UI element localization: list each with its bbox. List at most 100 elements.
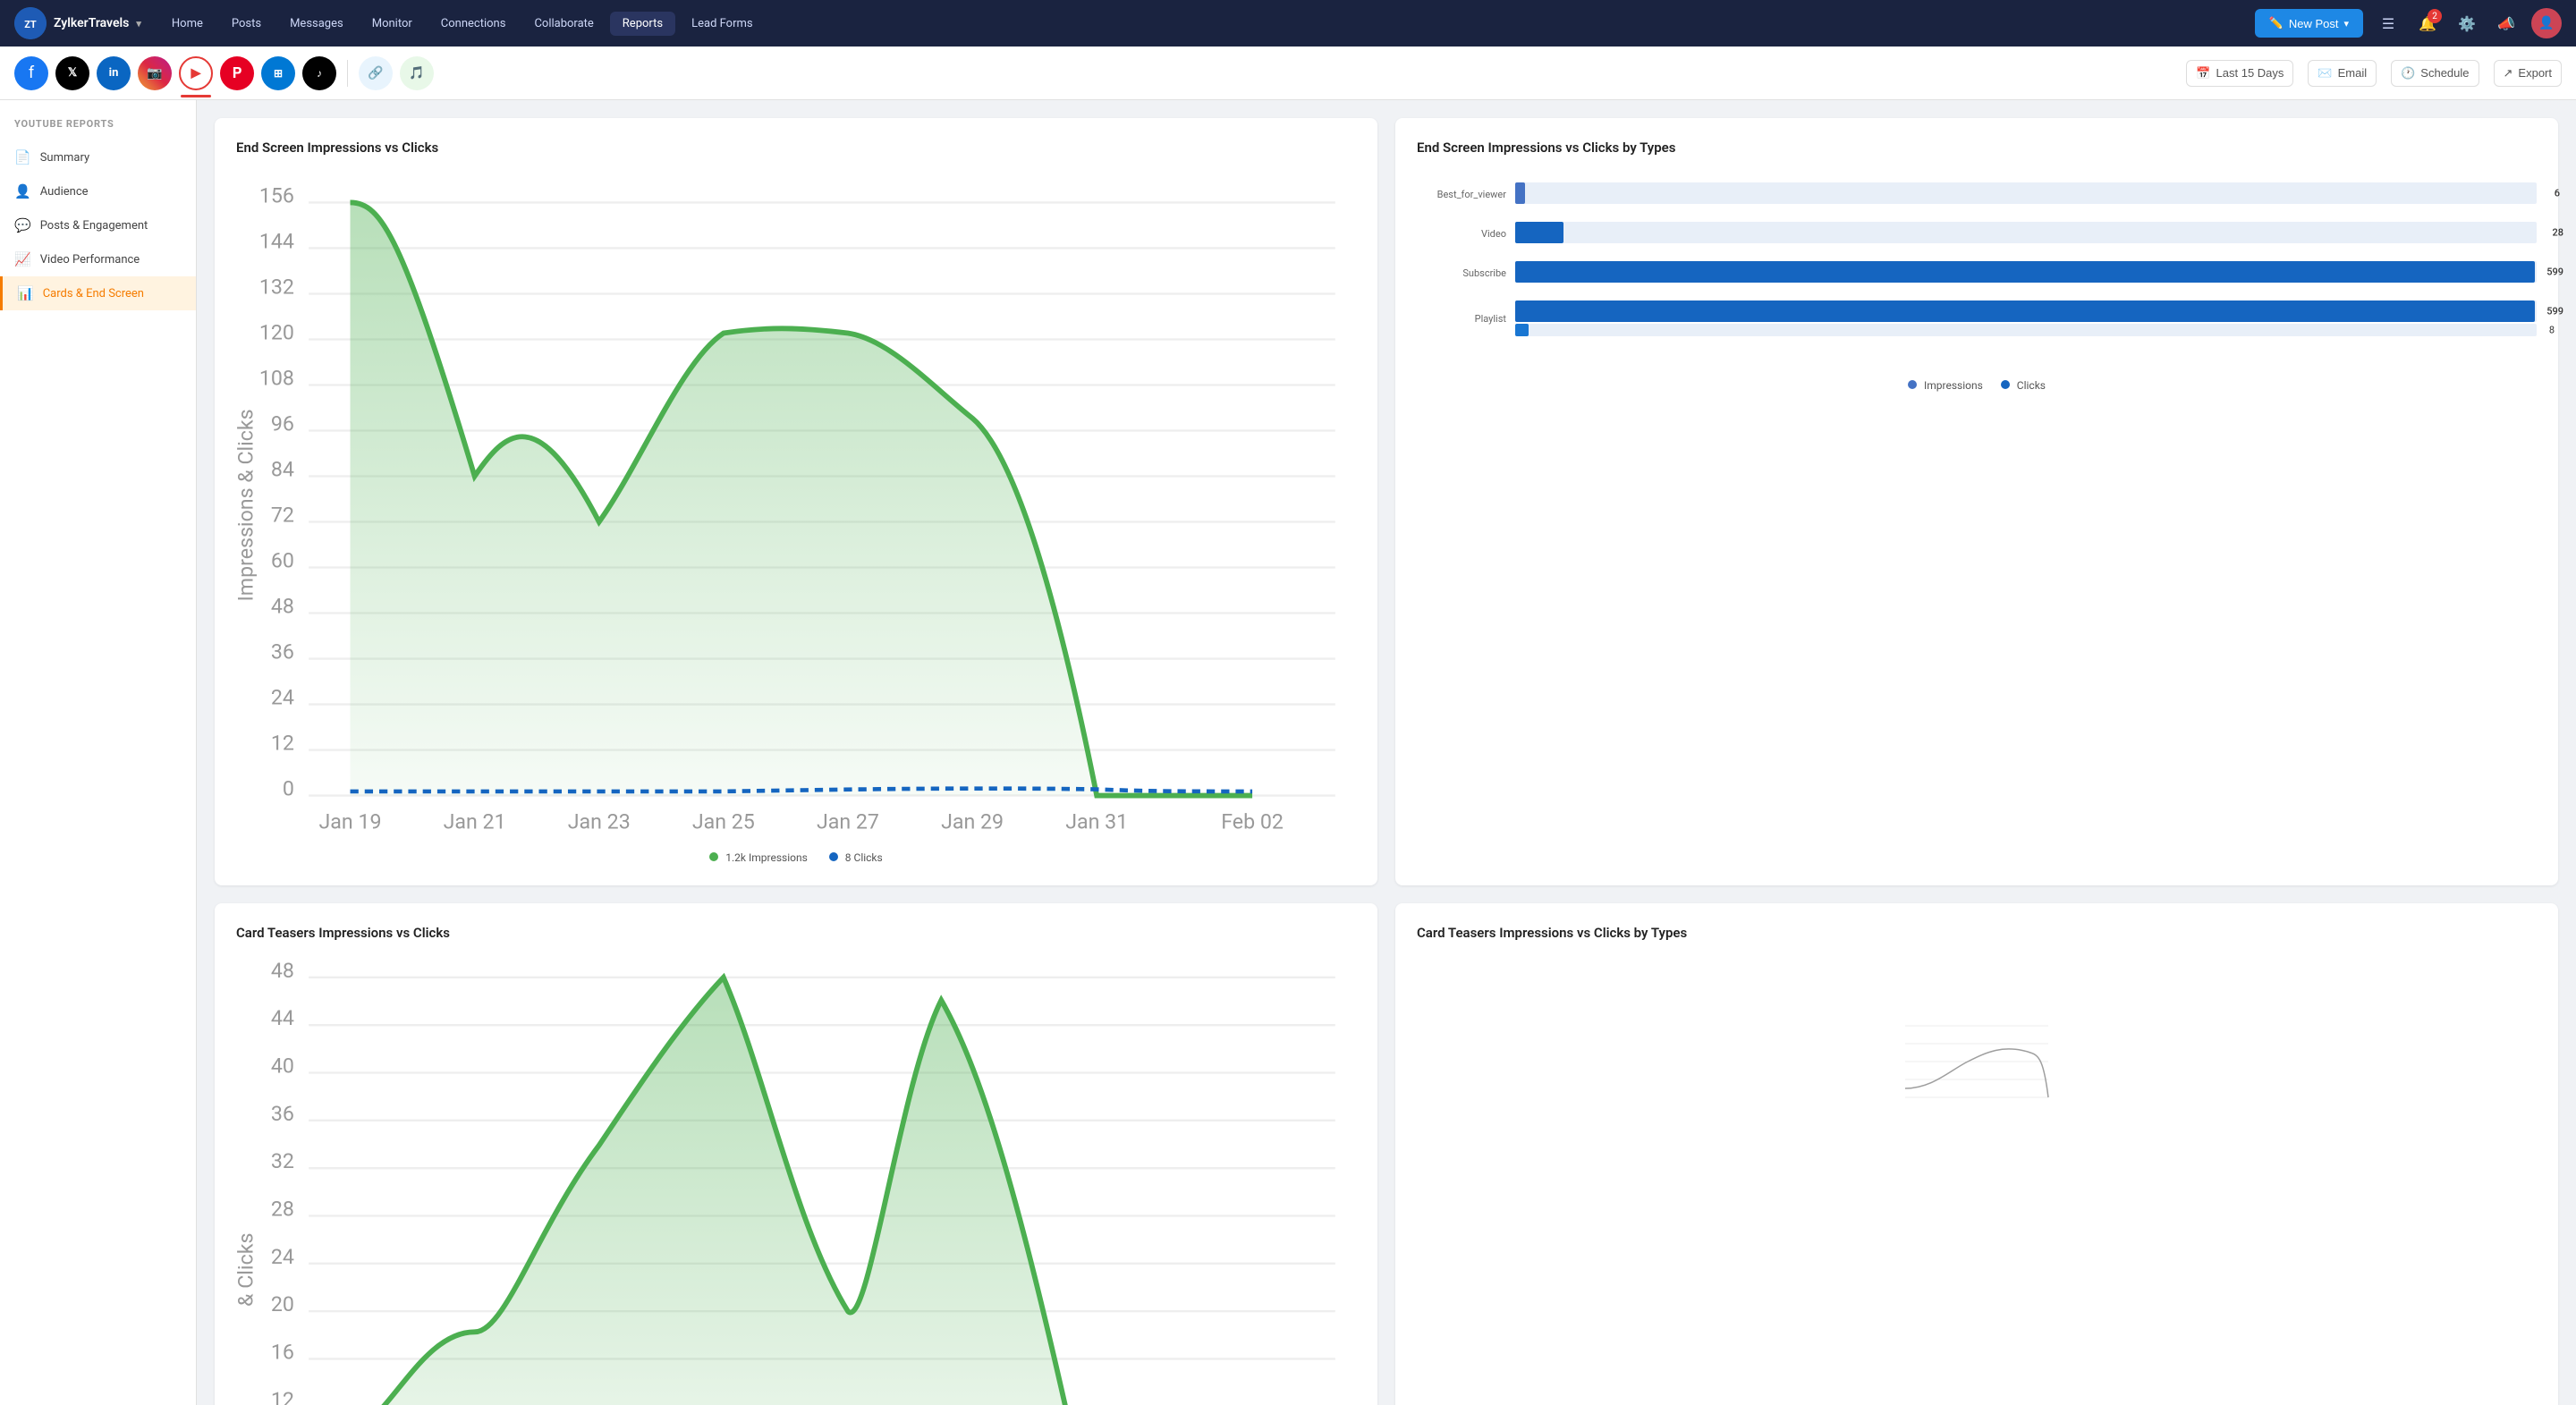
card-teasers-bar-empty xyxy=(1417,959,2537,1138)
email-label: Email xyxy=(2338,66,2368,80)
svg-text:Jan 21: Jan 21 xyxy=(444,809,506,834)
nav-posts[interactable]: Posts xyxy=(219,12,274,36)
nav-messages[interactable]: Messages xyxy=(277,12,356,36)
charts-grid: End Screen Impressions vs Clicks 0 12 24… xyxy=(215,118,2558,1405)
bar-impressions-subscribe xyxy=(1515,261,2535,283)
svg-text:12: 12 xyxy=(271,731,294,756)
new-post-label: New Post xyxy=(2289,17,2339,30)
bar-impressions-playlist xyxy=(1515,300,2535,322)
svg-text:36: 36 xyxy=(271,1101,294,1126)
sidebar-item-posts-engagement[interactable]: 💬 Posts & Engagement xyxy=(0,208,196,242)
calendar-icon: 📅 xyxy=(2196,66,2210,80)
instagram-icon[interactable]: 📷 xyxy=(138,56,172,90)
bar-impressions-dot xyxy=(1908,380,1917,389)
impressions-dot xyxy=(709,852,718,861)
user-avatar[interactable]: 👤 xyxy=(2531,8,2562,38)
top-navigation: ZT ZylkerTravels ▾ Home Posts Messages M… xyxy=(0,0,2576,47)
video-performance-icon: 📈 xyxy=(14,251,31,267)
twitter-x-icon[interactable]: 𝕏 xyxy=(55,56,89,90)
svg-text:32: 32 xyxy=(271,1148,294,1173)
notification-badge: 2 xyxy=(2428,9,2442,23)
card-teasers-line-chart-title: Card Teasers Impressions vs Clicks xyxy=(236,925,1356,941)
nav-reports[interactable]: Reports xyxy=(610,12,675,36)
sidebar-item-video-performance[interactable]: 📈 Video Performance xyxy=(0,242,196,276)
dropdown-chevron-icon: ▾ xyxy=(2343,18,2349,30)
clock-icon: 🕐 xyxy=(2401,66,2415,80)
end-screen-bar-wrap: Best_for_viewer 6 Video xyxy=(1417,174,2537,361)
svg-text:Jan 25: Jan 25 xyxy=(692,809,755,834)
brand-logo-area[interactable]: ZT ZylkerTravels ▾ xyxy=(14,7,141,39)
bar-chart-legend: Impressions Clicks xyxy=(1417,379,2537,392)
schedule-label: Schedule xyxy=(2420,66,2469,80)
social-icons-bar: f 𝕏 in 📷 ▶ 𝐏 ⊞ ♪ 🔗 🎵 📅 Last 15 Days ✉️ E… xyxy=(0,47,2576,100)
impressions-legend-item: 1.2k Impressions xyxy=(709,851,808,864)
email-button[interactable]: ✉️ Email xyxy=(2308,60,2377,87)
menu-icon-button[interactable]: ☰ xyxy=(2374,9,2402,38)
end-screen-line-chart-wrap: 0 12 24 36 48 60 72 84 96 108 120 132 14… xyxy=(236,174,1356,841)
bar-value-best-for-viewer-impressions: 6 xyxy=(2555,188,2560,199)
facebook-icon[interactable]: f xyxy=(14,56,48,90)
bar-impressions-legend: Impressions xyxy=(1908,379,1983,392)
sidebar-label-posts-engagement: Posts & Engagement xyxy=(40,219,148,233)
bar-clicks-label: Clicks xyxy=(2017,379,2046,392)
bar-impressions-video xyxy=(1515,222,1563,243)
bar-row-best-for-viewer: Best_for_viewer 6 xyxy=(1417,182,2537,206)
brand-chevron-icon: ▾ xyxy=(136,18,141,30)
settings-icon-button[interactable]: ⚙️ xyxy=(2453,9,2481,38)
gear-icon: ⚙️ xyxy=(2458,15,2476,32)
end-screen-line-legend: 1.2k Impressions 8 Clicks xyxy=(236,851,1356,864)
link-icon[interactable]: 🔗 xyxy=(359,56,393,90)
youtube-icon[interactable]: ▶ xyxy=(179,56,213,90)
svg-text:24: 24 xyxy=(271,1244,294,1269)
nav-connections[interactable]: Connections xyxy=(428,12,519,36)
nav-collaborate[interactable]: Collaborate xyxy=(521,12,606,36)
svg-text:44: 44 xyxy=(271,1005,294,1030)
pinterest-icon[interactable]: 𝐏 xyxy=(220,56,254,90)
brand-name: ZylkerTravels xyxy=(54,16,129,30)
svg-text:156: 156 xyxy=(259,182,294,207)
bar-value-playlist-clicks: 8 xyxy=(2549,325,2555,336)
audience-icon: 👤 xyxy=(14,183,31,199)
date-range-button[interactable]: 📅 Last 15 Days xyxy=(2186,60,2293,87)
bar-clicks-dot xyxy=(2001,380,2010,389)
svg-text:120: 120 xyxy=(259,319,294,344)
nav-home[interactable]: Home xyxy=(159,12,216,36)
new-post-button[interactable]: ✏️ New Post ▾ xyxy=(2255,9,2363,38)
svg-text:ZT: ZT xyxy=(24,19,37,30)
svg-text:0: 0 xyxy=(283,776,294,801)
nav-lead-forms[interactable]: Lead Forms xyxy=(679,12,766,36)
date-range-label: Last 15 Days xyxy=(2216,66,2284,80)
bar-row-subscribe: Subscribe 599 xyxy=(1417,261,2537,284)
music-icon[interactable]: 🎵 xyxy=(400,56,434,90)
email-icon: ✉️ xyxy=(2318,66,2332,80)
card-teasers-bar-chart: Card Teasers Impressions vs Clicks by Ty… xyxy=(1395,903,2558,1405)
microsoft-icon[interactable]: ⊞ xyxy=(261,56,295,90)
sidebar-item-audience[interactable]: 👤 Audience xyxy=(0,174,196,208)
export-button[interactable]: ↗ Export xyxy=(2494,60,2562,87)
card-teasers-line-chart: Card Teasers Impressions vs Clicks 0 4 8… xyxy=(215,903,1377,1405)
bar-value-playlist-impressions: 599 xyxy=(2546,306,2563,317)
bar-clicks-playlist xyxy=(1515,324,1529,336)
schedule-button[interactable]: 🕐 Schedule xyxy=(2391,60,2479,87)
export-icon: ↗ xyxy=(2504,66,2513,80)
sidebar-label-video-performance: Video Performance xyxy=(40,253,140,267)
svg-text:132: 132 xyxy=(259,274,294,299)
svg-text:Jan 29: Jan 29 xyxy=(941,809,1004,834)
sidebar-label-audience: Audience xyxy=(40,185,89,199)
sidebar-item-cards-end-screen[interactable]: 📊 Cards & End Screen xyxy=(0,276,196,310)
main-layout: YOUTUBE REPORTS 📄 Summary 👤 Audience 💬 P… xyxy=(0,100,2576,1405)
nav-monitor[interactable]: Monitor xyxy=(360,12,425,36)
card-teasers-bar-chart-title: Card Teasers Impressions vs Clicks by Ty… xyxy=(1417,925,2537,941)
svg-text:24: 24 xyxy=(271,685,294,710)
bar-row-video: Video 28 xyxy=(1417,222,2537,245)
broadcast-icon-button[interactable]: 📣 xyxy=(2492,9,2521,38)
end-screen-line-chart-title: End Screen Impressions vs Clicks xyxy=(236,140,1356,156)
linkedin-icon[interactable]: in xyxy=(97,56,131,90)
nav-actions: ✏️ New Post ▾ ☰ 🔔 2 ⚙️ 📣 👤 xyxy=(2255,8,2562,38)
sidebar-item-summary[interactable]: 📄 Summary xyxy=(0,140,196,174)
summary-icon: 📄 xyxy=(14,149,31,165)
tiktok-icon[interactable]: ♪ xyxy=(302,56,336,90)
notification-bell-button[interactable]: 🔔 2 xyxy=(2413,9,2442,38)
svg-text:28: 28 xyxy=(271,1196,294,1221)
cards-end-screen-icon: 📊 xyxy=(17,285,34,301)
